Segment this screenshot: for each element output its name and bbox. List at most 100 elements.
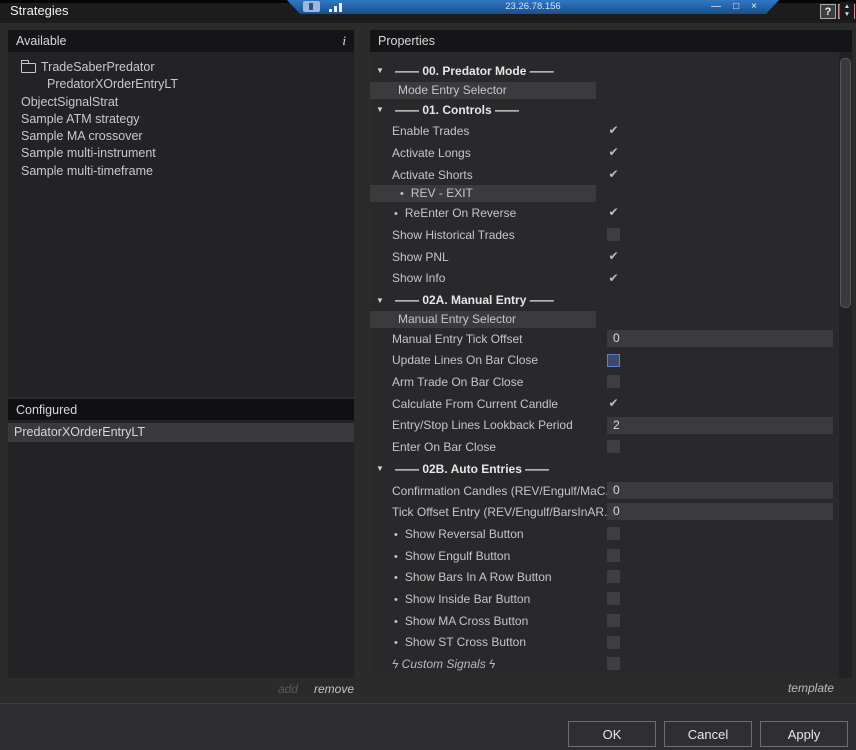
property-value: 0	[607, 330, 833, 347]
collapse-arrow-icon[interactable]: ▼	[376, 105, 386, 114]
checkbox[interactable]	[607, 614, 620, 627]
ok-button[interactable]: OK	[568, 721, 656, 747]
property-row: •ReEnter On Reverse ✔	[370, 202, 838, 224]
checkbox[interactable]	[607, 570, 620, 583]
configured-strategy-row[interactable]: PredatorXOrderEntryLT	[8, 423, 354, 442]
checkbox[interactable]	[607, 375, 620, 388]
configured-panel-header: Configured	[8, 399, 354, 420]
property-row: ϟ Custom Signals ϟ	[370, 653, 838, 675]
configured-panel-title: Configured	[16, 403, 77, 417]
cancel-button[interactable]: Cancel	[664, 721, 752, 747]
property-value: 0	[607, 503, 833, 520]
checkbox[interactable]: ✔	[607, 250, 620, 263]
checkbox[interactable]: ✔	[607, 146, 620, 159]
property-row: Manual Entry Tick Offset0	[370, 328, 838, 350]
property-row: Mode Entry SelectorHybrid	[370, 82, 596, 99]
checkbox[interactable]: ✔	[607, 206, 620, 219]
list-item[interactable]: PredatorXOrderEntryLT	[8, 76, 354, 93]
property-value: ✔	[607, 204, 620, 221]
checkbox[interactable]	[607, 592, 620, 605]
property-label: Confirmation Candles (REV/Engulf/MaC...	[370, 484, 615, 498]
list-item[interactable]: Sample multi-instrument	[8, 145, 354, 162]
property-row: ▼—— 01. Controls ——	[370, 99, 838, 121]
property-row: •REV - EXITOff	[370, 185, 596, 202]
strategy-name: Sample multi-timeframe	[21, 163, 153, 180]
properties-grid: ▼ —— 00. Predator Mode —— Mode Entry Selec…	[370, 52, 838, 678]
property-label: Enter On Bar Close	[370, 440, 496, 454]
property-label: •ReEnter On Reverse	[370, 206, 516, 220]
property-value	[607, 612, 620, 629]
property-row: Activate Longs ✔	[370, 142, 838, 164]
property-value: ✔	[607, 270, 620, 287]
properties-scrollbar[interactable]	[839, 52, 852, 678]
property-value	[607, 373, 620, 390]
list-item[interactable]: ObjectSignalStrat	[8, 94, 354, 111]
strategy-name: Sample ATM strategy	[21, 111, 140, 128]
close-icon[interactable]: ×	[751, 0, 757, 13]
checkbox[interactable]	[607, 636, 620, 649]
properties-scroll-spinner[interactable]: ▲ ▼	[840, 2, 854, 20]
property-value	[607, 590, 620, 607]
info-icon[interactable]: i	[342, 33, 346, 49]
collapse-arrow-icon[interactable]: ▼	[376, 66, 386, 75]
checkbox[interactable]	[607, 527, 620, 540]
bullet-icon: •	[394, 208, 398, 220]
property-label: •Show ST Cross Button	[370, 635, 526, 649]
checkbox[interactable]: ✔	[607, 168, 620, 181]
property-row: Tick Offset Entry (REV/Engulf/BarsInAR..…	[370, 501, 838, 523]
strategy-name: Sample multi-instrument	[21, 145, 156, 162]
property-value: ✔	[607, 144, 620, 161]
group-header-label: —— 02A. Manual Entry ——	[395, 293, 554, 307]
list-item[interactable]: TradeSaberPredator	[8, 59, 354, 76]
available-panel-title: Available	[16, 34, 67, 48]
property-label: Activate Shorts	[370, 168, 473, 182]
property-value	[607, 634, 620, 651]
property-label: Mode Entry Selector	[376, 82, 507, 99]
property-row: Enter On Bar Close	[370, 436, 838, 458]
text-input[interactable]: 2	[607, 417, 833, 434]
collapse-arrow-icon[interactable]: ▼	[376, 296, 386, 305]
bullet-icon: •	[394, 637, 398, 649]
template-link[interactable]: template	[370, 681, 834, 695]
checkbox[interactable]: ✔	[607, 124, 620, 137]
text-input[interactable]: 0	[607, 482, 833, 499]
property-value: ✔	[607, 395, 620, 412]
checkbox[interactable]	[607, 440, 620, 453]
checkbox[interactable]: ✔	[607, 272, 620, 285]
scroll-down-icon[interactable]: ▼	[844, 11, 850, 19]
help-button[interactable]: ?	[820, 4, 836, 19]
list-item[interactable]: Sample multi-timeframe	[8, 163, 354, 180]
property-row: Calculate From Current Candle✔	[370, 393, 838, 415]
property-label: ϟ Custom Signals ϟ	[370, 657, 495, 671]
scrollbar-thumb[interactable]	[840, 58, 851, 308]
collapse-arrow-icon[interactable]: ▼	[376, 464, 386, 473]
group-header-label: —— 00. Predator Mode ——	[395, 64, 554, 78]
maximize-icon[interactable]: □	[733, 0, 739, 13]
checkbox[interactable]	[607, 228, 620, 241]
property-label: Activate Longs	[370, 146, 471, 160]
remove-button[interactable]: remove	[314, 682, 354, 696]
rdp-connection-bar: 23.26.78.156 — □ ×	[287, 0, 779, 14]
list-item[interactable]: Sample ATM strategy	[8, 111, 354, 128]
property-row: ▼ —— 02A. Manual Entry ——	[370, 289, 838, 311]
checkbox[interactable]	[607, 549, 620, 562]
apply-button[interactable]: Apply	[760, 721, 848, 747]
property-row: •Show ST Cross Button	[370, 632, 838, 654]
property-label: Arm Trade On Bar Close	[370, 375, 523, 389]
property-row: Enable Trades✔	[370, 120, 838, 142]
add-button[interactable]: add	[278, 682, 298, 696]
text-input[interactable]: 0	[607, 330, 833, 347]
minimize-icon[interactable]: —	[711, 0, 721, 13]
property-label: Update Lines On Bar Close	[370, 353, 538, 367]
checkbox[interactable]	[607, 657, 620, 670]
text-input[interactable]: 0	[607, 503, 833, 520]
checkbox[interactable]: ✔	[607, 397, 620, 410]
property-row: Show PNL✔	[370, 246, 838, 268]
bullet-icon: •	[394, 529, 398, 541]
list-item[interactable]: Sample MA crossover	[8, 128, 354, 145]
connection-address: 23.26.78.156	[287, 1, 779, 12]
scroll-up-icon[interactable]: ▲	[844, 3, 850, 11]
folder-icon	[21, 63, 36, 73]
checkbox[interactable]	[607, 354, 620, 367]
property-row: •Show Inside Bar Button	[370, 588, 838, 610]
